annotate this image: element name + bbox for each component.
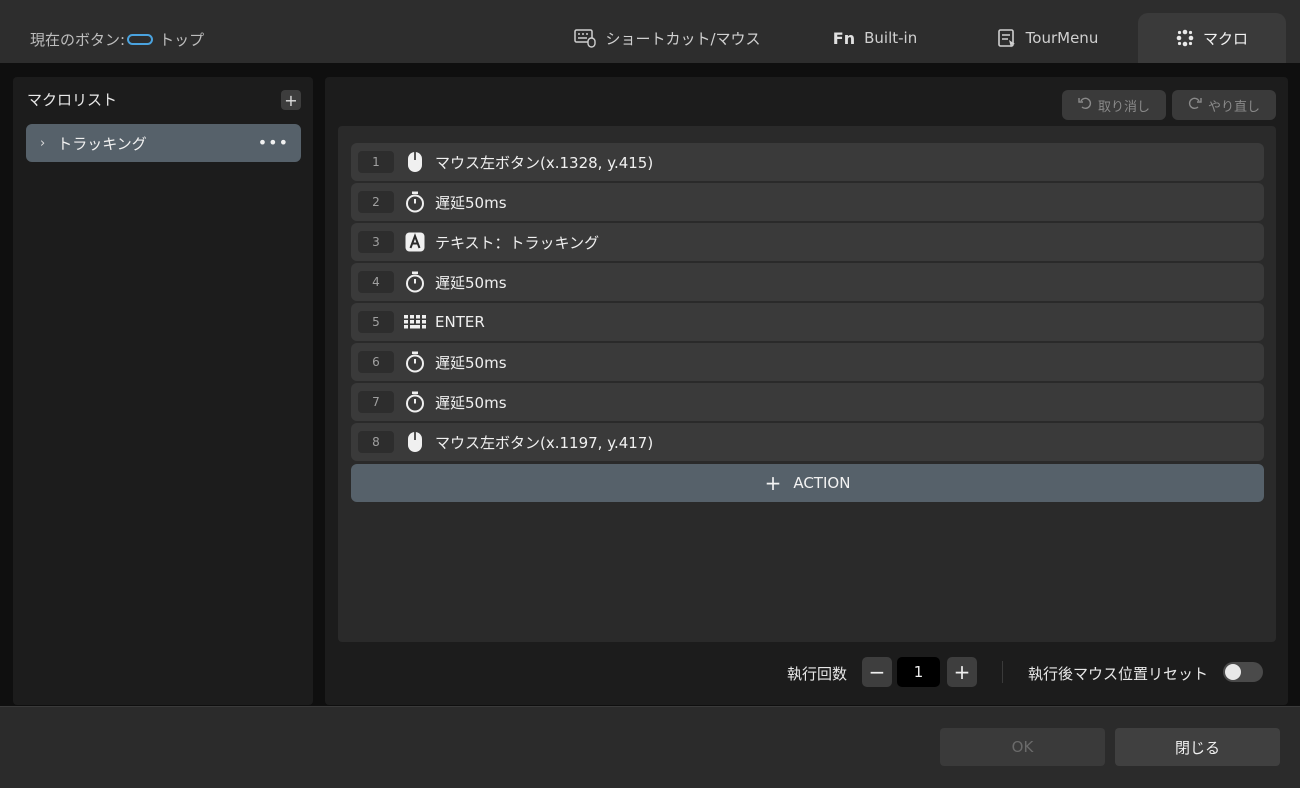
action-index: 6 <box>358 351 394 373</box>
current-button-indicator: 現在のボタン: トップ <box>30 29 204 50</box>
action-index: 5 <box>358 311 394 333</box>
action-row[interactable]: 1 マウス左ボタン(x.1328, y.415) <box>351 143 1264 181</box>
timer-icon <box>404 271 426 293</box>
action-text: 遅延50ms <box>435 353 507 372</box>
plus-icon: + <box>284 90 298 110</box>
redo-button[interactable]: やり直し <box>1172 90 1276 120</box>
top-bar: 現在のボタン: トップ ショートカット/マウス Fn Built-in Tour… <box>0 0 1300 63</box>
keyboard-icon <box>404 311 426 333</box>
increment-button[interactable]: + <box>947 657 977 687</box>
undo-label: 取り消し <box>1097 99 1150 115</box>
redo-label: やり直し <box>1207 99 1260 115</box>
more-options-icon[interactable]: ••• <box>258 133 289 152</box>
redo-icon <box>1188 96 1202 114</box>
fn-icon: Fn <box>832 28 856 48</box>
minus-icon: − <box>868 660 886 684</box>
action-index: 2 <box>358 191 394 213</box>
tab-label: マクロ <box>1202 29 1248 48</box>
action-index: 7 <box>358 391 394 413</box>
toggle-knob <box>1225 664 1241 680</box>
execution-count-label: 執行回数 <box>787 665 848 683</box>
reset-mouse-position-label: 執行後マウス位置リセット <box>1028 665 1209 683</box>
action-index: 4 <box>358 271 394 293</box>
action-row[interactable]: 4 遅延50ms <box>351 263 1264 301</box>
action-text: マウス左ボタン(x.1197, y.417) <box>435 433 654 452</box>
timer-icon <box>404 391 426 413</box>
action-text: ENTER <box>435 313 485 331</box>
macro-icon <box>1176 29 1194 47</box>
action-list: 1 マウス左ボタン(x.1328, y.415) 2 遅延50ms 3 テキスト… <box>338 126 1276 642</box>
action-text: 遅延50ms <box>435 193 507 212</box>
action-row[interactable]: 6 遅延50ms <box>351 343 1264 381</box>
tab-label: Built-in <box>864 29 918 47</box>
tab-built-in[interactable]: Fn Built-in <box>800 13 950 63</box>
mouse-icon <box>404 151 426 173</box>
action-text: 遅延50ms <box>435 273 507 292</box>
keyboard-mouse-icon <box>574 28 597 48</box>
timer-icon <box>404 351 426 373</box>
tab-label: ショートカット/マウス <box>605 29 761 48</box>
macro-list-item[interactable]: › トラッキング ••• <box>26 124 301 162</box>
add-action-button[interactable]: + ACTION <box>351 464 1264 502</box>
macro-list-title: マクロリスト <box>27 91 118 109</box>
add-macro-button[interactable]: + <box>281 90 301 110</box>
action-text: マウス左ボタン(x.1328, y.415) <box>435 153 654 172</box>
ok-button[interactable]: OK <box>940 728 1105 766</box>
action-row[interactable]: 8 マウス左ボタン(x.1197, y.417) <box>351 423 1264 461</box>
action-index: 1 <box>358 151 394 173</box>
tab-shortcut-mouse[interactable]: ショートカット/マウス <box>560 13 775 63</box>
action-row[interactable]: 3 テキスト：トラッキング <box>351 223 1264 261</box>
undo-button[interactable]: 取り消し <box>1062 90 1166 120</box>
current-button-value: トップ <box>159 31 205 49</box>
divider <box>1002 661 1003 683</box>
macro-list-panel: マクロリスト + › トラッキング ••• <box>13 77 313 705</box>
timer-icon <box>404 191 426 213</box>
action-row[interactable]: 5 ENTER <box>351 303 1264 341</box>
close-button[interactable]: 閉じる <box>1115 728 1280 766</box>
action-text: 遅延50ms <box>435 393 507 412</box>
action-row[interactable]: 7 遅延50ms <box>351 383 1264 421</box>
execution-count-input[interactable] <box>897 657 940 687</box>
tourmenu-icon <box>997 28 1017 48</box>
plus-icon: + <box>953 660 971 684</box>
footer-bar: OK 閉じる <box>0 706 1300 788</box>
decrement-button[interactable]: − <box>862 657 892 687</box>
action-index: 8 <box>358 431 394 453</box>
action-index: 3 <box>358 231 394 253</box>
tab-label: TourMenu <box>1025 29 1099 47</box>
chevron-right-icon[interactable]: › <box>40 136 45 151</box>
tab-tourmenu[interactable]: TourMenu <box>965 13 1130 63</box>
current-button-label: 現在のボタン: <box>30 31 126 49</box>
tab-macro[interactable]: マクロ <box>1138 13 1286 63</box>
macro-editor-panel: 取り消し やり直し 1 マウス左ボタン(x.1328, y.415) 2 遅延5… <box>325 77 1288 705</box>
macro-item-label: トラッキング <box>57 134 147 153</box>
undo-icon <box>1078 96 1092 114</box>
action-row[interactable]: 2 遅延50ms <box>351 183 1264 221</box>
plus-icon: + <box>764 471 782 495</box>
button-pill-icon <box>127 34 154 45</box>
add-action-label: ACTION <box>793 474 851 492</box>
text-a-icon <box>404 231 426 253</box>
action-text: テキスト：トラッキング <box>435 233 600 252</box>
mouse-icon <box>404 431 426 453</box>
reset-mouse-position-toggle[interactable] <box>1223 662 1263 682</box>
